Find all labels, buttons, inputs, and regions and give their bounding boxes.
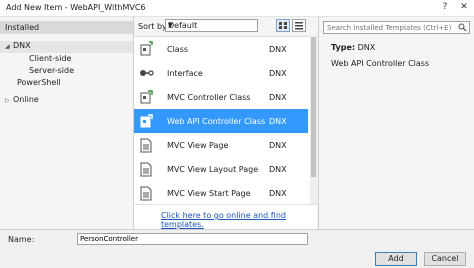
find-online-templates-link[interactable]: Click here to go online and find templat… <box>161 211 317 229</box>
search-input[interactable] <box>325 22 455 33</box>
add-button[interactable]: Add <box>375 252 417 266</box>
details-panel: Type: DNX Web API Controller Class <box>318 17 474 229</box>
template-name: Class <box>167 45 189 54</box>
template-name: MVC View Page <box>167 141 229 150</box>
list-view-icon <box>295 22 303 30</box>
template-type: DNX <box>269 93 287 102</box>
grid-view-button[interactable] <box>276 19 290 32</box>
tree-item-online[interactable]: ▷ Online <box>5 95 39 104</box>
page-icon <box>140 186 152 201</box>
tree-item-label: Online <box>13 95 39 104</box>
chevron-right-icon[interactable]: ▷ <box>5 97 13 104</box>
type-label: Type: <box>331 43 356 52</box>
tree-item-server-side[interactable]: Server-side <box>29 66 74 75</box>
template-description: Web API Controller Class <box>331 59 430 68</box>
list-item[interactable]: MVC Controller Class DNX <box>134 85 308 109</box>
grid-view-icon <box>279 22 287 29</box>
online-link-strip: Click here to go online and find templat… <box>134 204 317 230</box>
tree-item-label: Client-side <box>29 54 72 63</box>
template-type: DNX <box>269 165 287 174</box>
sort-select[interactable]: Default ▼ <box>165 19 258 32</box>
list-item[interactable]: Interface DNX <box>134 61 308 85</box>
template-type: DNX <box>269 141 287 150</box>
name-field[interactable] <box>77 233 308 245</box>
template-name: Web API Controller Class <box>167 117 266 126</box>
tree-item-label: Server-side <box>29 66 74 75</box>
bottom-bar: Name: Add Cancel <box>0 229 474 268</box>
title-bar: Add New Item - WebAPI_WithMVC6 ? ✕ <box>0 0 474 17</box>
chevron-down-icon[interactable]: ◢ <box>5 43 13 50</box>
type-value: DNX <box>357 43 376 52</box>
window-title: Add New Item - WebAPI_WithMVC6 <box>6 3 146 12</box>
chevron-down-icon: ▼ <box>168 22 173 29</box>
close-button[interactable]: ✕ <box>456 1 472 14</box>
tree-item-label: DNX <box>13 41 31 50</box>
search-icon[interactable] <box>458 23 467 32</box>
template-type: DNX <box>269 69 287 78</box>
controller-icon <box>140 90 153 104</box>
controller-icon <box>140 114 153 128</box>
list-item-selected[interactable]: Web API Controller Class DNX <box>134 109 308 133</box>
template-name: MVC View Layout Page <box>167 165 259 174</box>
template-type: DNX <box>269 189 287 198</box>
search-box[interactable] <box>323 21 470 34</box>
installed-label: Installed <box>5 23 40 32</box>
list-item[interactable]: MVC View Page DNX <box>134 133 308 157</box>
list-view-button[interactable] <box>292 19 306 32</box>
template-name: Interface <box>167 69 203 78</box>
cancel-button[interactable]: Cancel <box>424 252 466 266</box>
list-scrollbar[interactable] <box>310 36 317 204</box>
tree-item-label: PowerShell <box>17 78 61 87</box>
class-icon <box>140 41 153 56</box>
template-type: DNX <box>269 45 287 54</box>
page-icon <box>140 162 152 177</box>
template-name: MVC View Start Page <box>167 189 251 198</box>
page-icon <box>140 138 152 153</box>
installed-header[interactable]: Installed <box>0 21 133 34</box>
template-name: MVC Controller Class <box>167 93 251 102</box>
template-type: DNX <box>269 117 287 126</box>
interface-icon <box>140 70 154 76</box>
tree-item-dnx[interactable]: ◢ DNX <box>0 41 133 53</box>
sort-toolbar: Sort by: Default ▼ <box>134 17 318 35</box>
tree-item-powershell[interactable]: PowerShell <box>17 78 61 87</box>
name-label: Name: <box>8 235 35 244</box>
list-item[interactable]: MVC View Layout Page DNX <box>134 157 308 181</box>
type-line: Type: DNX <box>331 43 375 52</box>
list-item[interactable]: Class DNX <box>134 37 308 61</box>
help-button[interactable]: ? <box>437 1 453 14</box>
category-panel: Installed ◢ DNX Client-side Server-side P… <box>0 17 134 229</box>
template-list: Class DNX Interface DNX MVC Controller C… <box>134 36 317 205</box>
scrollbar-thumb[interactable] <box>311 37 316 177</box>
tree-item-client-side[interactable]: Client-side <box>29 54 71 63</box>
list-item[interactable]: MVC View Start Page DNX <box>134 181 308 205</box>
